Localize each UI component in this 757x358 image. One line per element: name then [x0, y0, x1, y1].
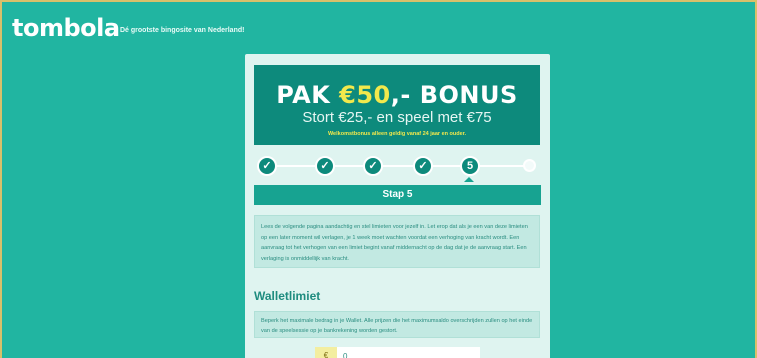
step-5-current: 5: [460, 156, 480, 176]
step-4-check-icon: ✓: [413, 156, 433, 176]
limits-intro-text: Lees de volgende pagina aandachtig en st…: [254, 215, 540, 268]
bonus-amount: €50: [339, 81, 391, 109]
header-tagline: Dé grootste bingosite van Nederland!: [120, 27, 245, 34]
bonus-subtitle: Stort €25,- en speel met €75: [302, 109, 492, 126]
current-step-pointer: [464, 177, 474, 182]
step-1-check-icon: ✓: [257, 156, 277, 176]
wallet-limit-field: Vergrote schaling fins €: [315, 346, 480, 358]
step-label-bar: Stap 5: [254, 185, 541, 205]
step-3-check-icon: ✓: [363, 156, 383, 176]
step-6-future: [523, 159, 536, 172]
page-frame: tombola Dé grootste bingosite van Nederl…: [0, 0, 757, 358]
step-2-check-icon: ✓: [315, 156, 335, 176]
euro-currency-icon: €: [315, 347, 337, 358]
wallet-limit-description: Beperk het maximale bedrag in je Wallet.…: [254, 311, 540, 338]
step-connector: [273, 165, 319, 167]
bonus-title: PAK €50,- BONUS: [254, 81, 540, 109]
wallet-limit-input[interactable]: [337, 347, 480, 358]
bonus-title-pre: PAK: [276, 81, 340, 109]
bonus-title-post: ,- BONUS: [390, 81, 518, 109]
bonus-banner: PAK €50,- BONUS Stort €25,- en speel met…: [254, 65, 540, 145]
bonus-note: Welkomstbonus alleen geldig vanaf 24 jaa…: [327, 131, 467, 137]
tombola-logo[interactable]: tombola: [12, 14, 120, 42]
wallet-limit-title: Walletlimiet: [254, 289, 321, 303]
progress-stepper: ✓ ✓ ✓ ✓ 5: [257, 156, 540, 182]
